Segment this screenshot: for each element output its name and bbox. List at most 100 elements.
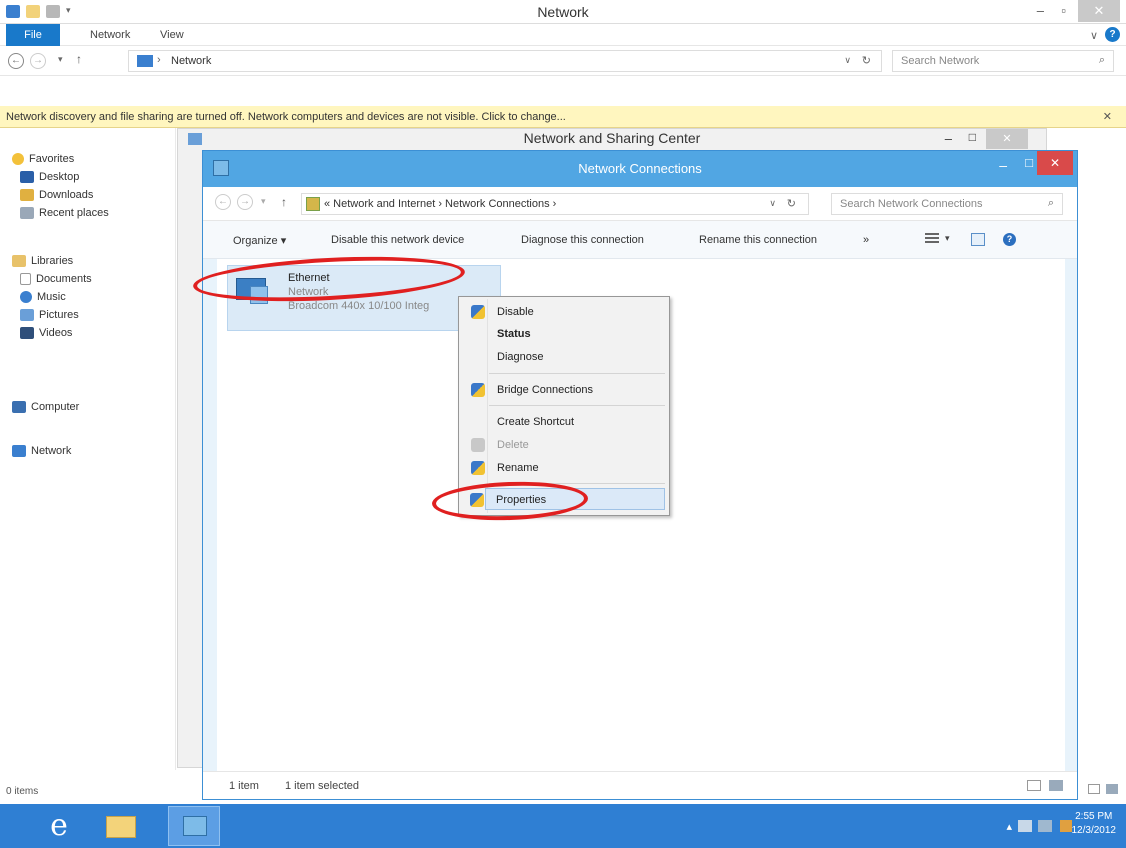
change-view-icon[interactable] — [925, 233, 939, 245]
tab-view[interactable]: View — [160, 29, 184, 41]
nc-selected-count: 1 item selected — [285, 780, 359, 792]
system-clock[interactable]: 2:55 PM 12/3/2012 — [1072, 810, 1117, 838]
sidebar-label: Libraries — [31, 255, 74, 267]
sidebar-item-desktop[interactable]: Desktop — [20, 168, 79, 186]
outer-search-input[interactable]: Search Network ⌕ — [892, 50, 1114, 72]
nc-details-view-icon[interactable] — [1027, 780, 1041, 791]
sidebar-item-videos[interactable]: Videos — [20, 324, 72, 342]
pictures-icon — [20, 309, 34, 321]
sidebar-item-documents[interactable]: Documents — [20, 270, 92, 288]
clock-date: 12/3/2012 — [1071, 825, 1117, 836]
sidebar-item-music[interactable]: Music — [20, 288, 66, 306]
expand-ribbon-icon[interactable]: ∨ — [1090, 29, 1098, 42]
nc-search-placeholder: Search Network Connections — [840, 198, 983, 210]
back-arrow-icon[interactable]: ← — [8, 53, 24, 69]
sidebar-item-pictures[interactable]: Pictures — [20, 306, 79, 324]
menu-item-delete: Delete — [459, 434, 669, 456]
sidebar-item-recent-places[interactable]: Recent places — [20, 204, 109, 222]
search-icon[interactable]: ⌕ — [1099, 54, 1105, 67]
nc-search-icon[interactable]: ⌕ — [1048, 197, 1054, 210]
recent-locations-icon[interactable]: ▾ — [58, 54, 63, 65]
up-arrow-icon[interactable]: ↑ — [76, 52, 82, 66]
tab-file[interactable]: File — [6, 24, 60, 46]
sidebar-item-network[interactable]: Network — [12, 442, 71, 460]
network-taskbar-button[interactable] — [168, 806, 220, 846]
menu-item-rename[interactable]: Rename — [459, 457, 669, 479]
adapter-description: Broadcom 440x 10/100 Integ — [288, 300, 430, 312]
forward-arrow-icon[interactable]: → — [30, 53, 46, 69]
menu-item-status[interactable]: Status — [459, 323, 669, 345]
close-button[interactable]: ✕ — [1078, 0, 1120, 22]
uac-shield-icon — [471, 383, 485, 397]
nc-breadcrumb[interactable]: « Network and Internet › Network Connect… — [324, 198, 556, 210]
rename-connection-button[interactable]: Rename this connection — [699, 234, 817, 246]
preview-pane-icon[interactable] — [971, 233, 985, 246]
sharing-center-minimize-button[interactable]: – — [945, 131, 952, 146]
outer-window-title: Network — [537, 4, 589, 20]
details-view-icon[interactable] — [1088, 784, 1100, 794]
nc-refresh-icon[interactable]: ↻ — [787, 197, 796, 210]
nc-recent-locations-icon[interactable]: ▾ — [261, 196, 266, 207]
refresh-icon[interactable]: ↻ — [862, 54, 871, 67]
menu-item-bridge-connections[interactable]: Bridge Connections — [459, 379, 669, 401]
menu-item-disable[interactable]: Disable — [459, 301, 669, 323]
nc-back-arrow-icon[interactable]: ← — [215, 194, 231, 210]
menu-item-label: Status — [497, 328, 531, 340]
uac-shield-icon — [471, 305, 485, 319]
internet-explorer-icon[interactable]: e — [36, 806, 82, 846]
nc-address-bar[interactable]: « Network and Internet › Network Connect… — [301, 193, 809, 215]
minimize-button[interactable]: – — [1037, 3, 1044, 18]
diagnose-connection-button[interactable]: Diagnose this connection — [521, 234, 644, 246]
more-commands-button[interactable]: » — [863, 234, 869, 246]
taskbar: e ▴ 2:55 PM 12/3/2012 — [0, 804, 1126, 848]
uac-shield-icon — [471, 438, 485, 452]
computer-icon — [12, 401, 26, 413]
show-hidden-icons[interactable]: ▴ — [1006, 820, 1012, 833]
sidebar-item-libraries[interactable]: Libraries — [12, 252, 73, 270]
sharing-center-close-button[interactable]: ✕ — [986, 129, 1028, 149]
sidebar-label: Favorites — [29, 153, 75, 165]
sidebar-label: Music — [37, 291, 66, 303]
help-icon[interactable]: ? — [1105, 27, 1120, 42]
videos-icon — [20, 327, 34, 339]
outer-breadcrumb[interactable]: Network — [171, 55, 211, 67]
sidebar-label: Videos — [39, 327, 73, 339]
nc-minimize-button[interactable]: – — [999, 157, 1007, 173]
address-dropdown-icon[interactable]: ∨ — [844, 55, 851, 66]
organize-button[interactable]: Organize ▾ — [233, 234, 286, 247]
nc-help-icon[interactable]: ? — [1003, 233, 1016, 246]
star-icon — [12, 153, 24, 165]
menu-item-create-shortcut[interactable]: Create Shortcut — [459, 411, 669, 433]
menu-item-diagnose[interactable]: Diagnose — [459, 346, 669, 368]
nc-maximize-button[interactable]: □ — [1025, 155, 1033, 170]
sidebar-item-computer[interactable]: Computer — [12, 398, 79, 416]
nc-search-input[interactable]: Search Network Connections ⌕ — [831, 193, 1063, 215]
info-bar-text[interactable]: Network discovery and file sharing are t… — [6, 111, 566, 123]
breadcrumb-separator-icon: › — [157, 54, 161, 66]
sidebar-item-downloads[interactable]: Downloads — [20, 186, 93, 204]
navigation-pane: Favorites Desktop Downloads Recent place… — [0, 128, 176, 770]
network-discovery-info-bar[interactable]: Network discovery and file sharing are t… — [0, 106, 1126, 128]
disable-device-button[interactable]: Disable this network device — [331, 234, 464, 246]
view-dropdown-icon[interactable]: ▾ — [945, 233, 950, 244]
nc-forward-arrow-icon[interactable]: → — [237, 194, 253, 210]
restore-button[interactable]: ▫ — [1061, 3, 1066, 18]
sidebar-item-favorites[interactable]: Favorites — [12, 150, 74, 168]
volume-tray-icon[interactable] — [1060, 820, 1072, 832]
nc-close-button[interactable]: ✕ — [1037, 151, 1073, 175]
tab-network[interactable]: Network — [90, 29, 130, 41]
large-icons-view-icon[interactable] — [1106, 784, 1118, 794]
menu-item-label: Diagnose — [497, 351, 544, 363]
action-center-flag-icon[interactable] — [1018, 820, 1032, 832]
outer-item-count: 0 items — [6, 786, 39, 797]
info-bar-close-icon[interactable]: ✕ — [1103, 110, 1112, 123]
nc-up-arrow-icon[interactable]: ↑ — [281, 195, 287, 209]
nc-address-dropdown-icon[interactable]: ∨ — [769, 198, 776, 209]
nc-tiles-view-icon[interactable] — [1049, 780, 1063, 791]
outer-address-bar[interactable]: › Network ∨ ↻ — [128, 50, 882, 72]
sharing-center-maximize-button[interactable]: □ — [969, 130, 976, 144]
network-tray-icon[interactable] — [1038, 820, 1052, 832]
menu-item-label: Bridge Connections — [497, 384, 594, 396]
file-explorer-taskbar-button[interactable] — [98, 806, 144, 846]
network-icon — [12, 445, 26, 457]
